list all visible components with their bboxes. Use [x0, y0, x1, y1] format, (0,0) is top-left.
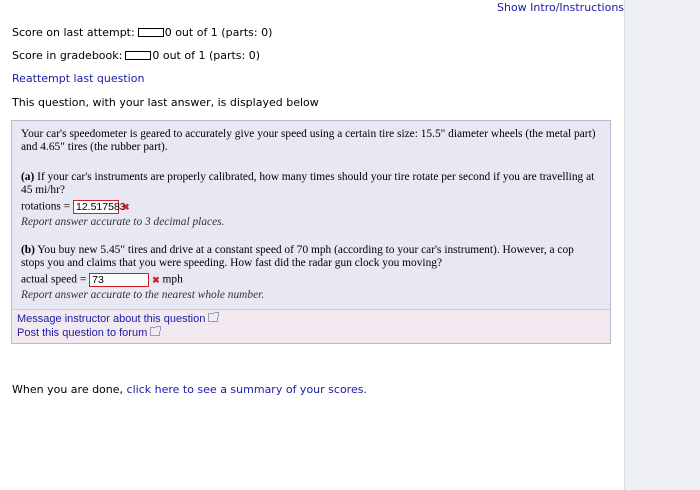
part-b-text: You buy new 5.45" tires and drive at a c… [21, 244, 574, 269]
post-forum-link[interactable]: Post this question to forum [17, 326, 162, 339]
score-bar [137, 27, 164, 37]
display-note: This question, with your last answer, is… [12, 96, 319, 109]
part-a-text: If your car's instruments are properly c… [21, 171, 595, 196]
part-a: (a) If your car's instruments are proper… [21, 171, 600, 197]
part-b-note: Report answer accurate to the nearest wh… [21, 289, 265, 301]
score-gradebook: Score in gradebook: 0 out of 1 (parts: 0) [12, 49, 260, 62]
part-a-answer-input[interactable]: 12.517583 [73, 200, 126, 214]
part-b-unit: mph [162, 273, 183, 286]
score-last-attempt: Score on last attempt: 0 out of 1 (parts:… [12, 26, 272, 39]
score-gradebook-label: Score in gradebook: [12, 49, 123, 62]
part-b-answer-label: actual speed = [21, 273, 87, 286]
right-gutter [624, 0, 700, 490]
question-links-area: Message instructor about this question P… [12, 309, 610, 343]
message-instructor-label: Message instructor about this question [17, 313, 206, 325]
show-intro-link[interactable]: Show Intro/Instructions [497, 1, 624, 14]
score-last-attempt-value: 0 out of 1 (parts: 0) [164, 26, 273, 39]
part-a-answer-row: rotations = 12.517583✖ [21, 200, 600, 214]
part-b-answer-row: actual speed = 73 ✖ mph [21, 273, 600, 287]
part-a-answer-label: rotations = [21, 200, 71, 213]
external-link-icon [150, 326, 162, 336]
reattempt-link[interactable]: Reattempt last question [12, 72, 144, 85]
score-gradebook-value: 0 out of 1 (parts: 0) [152, 49, 261, 62]
summary-link[interactable]: click here to see a summary of your scor… [127, 383, 367, 396]
footer-prefix: When you are done, [12, 383, 127, 396]
part-b: (b) You buy new 5.45" tires and drive at… [21, 244, 600, 270]
incorrect-icon: ✖ [122, 201, 130, 212]
external-link-icon [208, 312, 220, 322]
part-b-answer-input[interactable]: 73 [89, 273, 150, 287]
part-b-label: (b) [21, 244, 35, 256]
part-a-label: (a) [21, 171, 35, 183]
footer: When you are done, click here to see a s… [12, 383, 367, 396]
post-forum-label: Post this question to forum [17, 327, 148, 339]
score-bar [125, 50, 152, 60]
incorrect-icon: ✖ [152, 274, 160, 285]
part-a-note: Report answer accurate to 3 decimal plac… [21, 216, 225, 228]
score-last-attempt-label: Score on last attempt: [12, 26, 135, 39]
question-intro: Your car's speedometer is geared to accu… [21, 128, 596, 153]
question-box: Your car's speedometer is geared to accu… [11, 120, 611, 344]
message-instructor-link[interactable]: Message instructor about this question [17, 312, 220, 325]
